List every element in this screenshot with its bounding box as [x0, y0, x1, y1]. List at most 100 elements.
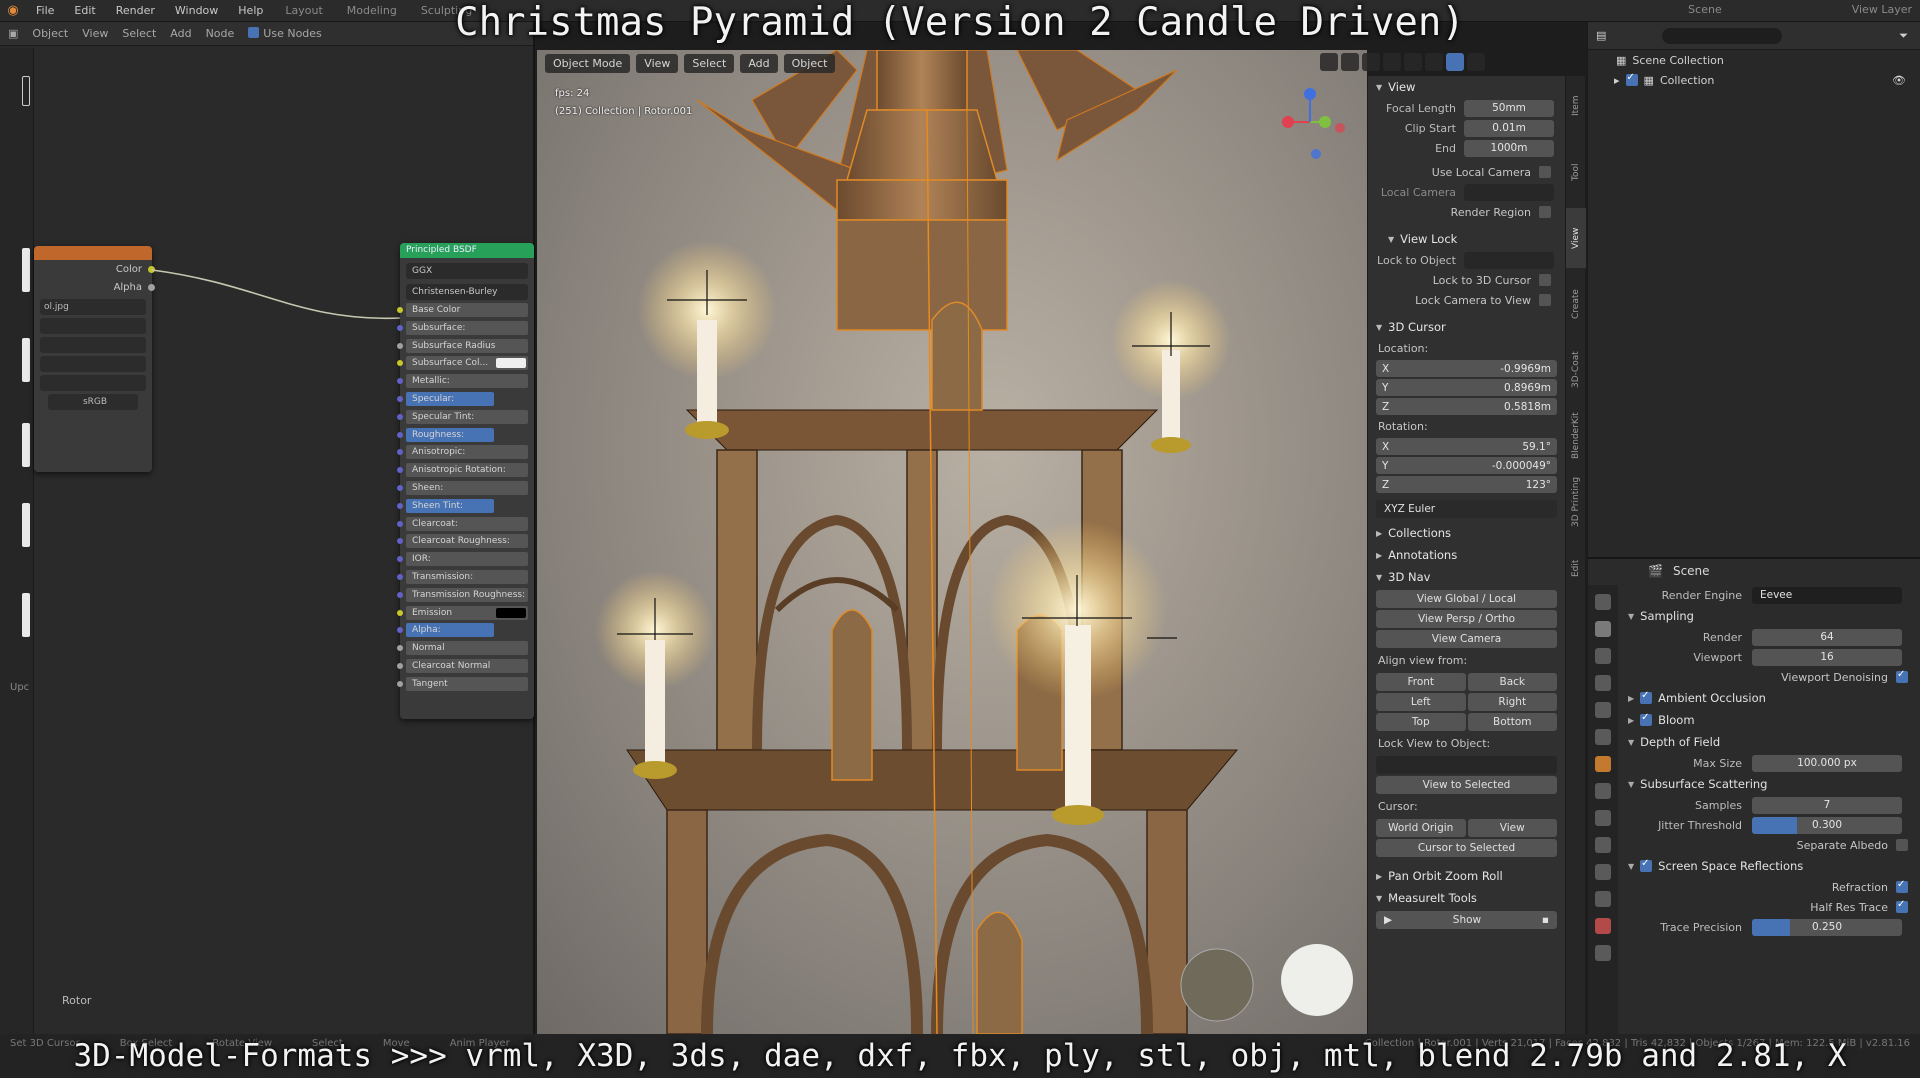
render-engine-dropdown[interactable]: Eevee: [1752, 586, 1902, 604]
align-bottom-button[interactable]: Bottom: [1467, 713, 1557, 731]
rotation-mode-dropdown[interactable]: XYZ Euler: [1376, 500, 1557, 518]
depth-of-field-header[interactable]: ▼ Depth of Field: [1622, 731, 1918, 753]
bsdf-input[interactable]: Sheen Tint:: [397, 498, 494, 513]
bsdf-input[interactable]: Base Color: [397, 303, 528, 317]
socket-icon[interactable]: [397, 342, 403, 349]
subsurface-method-dropdown[interactable]: Christensen-Burley: [406, 284, 528, 300]
socket-icon[interactable]: [397, 591, 403, 598]
sidebar-tab-edit[interactable]: Edit: [1566, 538, 1586, 598]
lock-camera-checkbox[interactable]: [1539, 294, 1551, 306]
bsdf-input[interactable]: Clearcoat:: [397, 516, 528, 531]
clip-end-field[interactable]: 1000m: [1464, 139, 1554, 157]
particles-tab-icon[interactable]: [1595, 810, 1611, 826]
menu-edit[interactable]: Edit: [64, 4, 105, 17]
toolbar-tab[interactable]: [22, 423, 30, 467]
render-tab-icon[interactable]: [1595, 621, 1611, 637]
socket-icon[interactable]: [397, 413, 403, 420]
align-right-button[interactable]: Right: [1467, 693, 1557, 711]
rendered-shading-icon[interactable]: [1467, 53, 1485, 71]
align-top-button[interactable]: Top: [1376, 713, 1466, 731]
outliner-scene-collection[interactable]: ▦ Scene Collection: [1588, 50, 1920, 70]
distribution-dropdown[interactable]: GGX: [406, 263, 528, 279]
xray-icon[interactable]: [1383, 53, 1401, 71]
principled-bsdf-node[interactable]: Principled BSDF GGX Christensen-Burley B…: [397, 243, 534, 719]
ssr-header[interactable]: ▼Screen Space Reflections: [1622, 855, 1918, 877]
sidebar-tab-view[interactable]: View: [1566, 208, 1586, 268]
ne-view-menu[interactable]: View: [82, 27, 108, 40]
shader-node-editor[interactable]: ▣ Object View Select Add Node Use Nodes …: [0, 22, 535, 1048]
socket-icon[interactable]: [397, 307, 403, 313]
socket-icon[interactable]: [397, 378, 403, 385]
navigation-gizmo[interactable]: [1270, 82, 1350, 162]
image-name-field[interactable]: ol.jpg: [40, 299, 146, 315]
view-camera-button[interactable]: View Camera: [1376, 630, 1557, 648]
socket-icon[interactable]: [397, 324, 403, 331]
sidebar-tab-blenderkit[interactable]: BlenderKit: [1566, 406, 1586, 466]
bsdf-input[interactable]: Anisotropic Rotation:: [397, 463, 528, 478]
socket-icon[interactable]: [397, 662, 403, 669]
bsdf-input[interactable]: Transmission Roughness:: [397, 587, 528, 602]
ssr-checkbox[interactable]: [1640, 858, 1653, 872]
panel-view-header[interactable]: ▼ View: [1368, 76, 1565, 98]
socket-icon[interactable]: [397, 520, 403, 527]
socket-icon[interactable]: [397, 360, 403, 367]
clip-start-field[interactable]: 0.01m: [1464, 119, 1554, 137]
world-tab-icon[interactable]: [1595, 729, 1611, 745]
sidebar-tab-3dcoat[interactable]: 3D-Coat: [1566, 340, 1586, 400]
toolbar-tab[interactable]: [22, 503, 30, 547]
overlay-icon[interactable]: [1362, 53, 1380, 71]
interpolation-dropdown[interactable]: [40, 318, 146, 334]
color-swatch[interactable]: [496, 607, 526, 618]
ambient-occlusion-header[interactable]: ▶Ambient Occlusion: [1622, 687, 1918, 709]
sss-samples-field[interactable]: 7: [1752, 796, 1902, 814]
bsdf-input[interactable]: Subsurface Col...: [397, 356, 528, 371]
separate-albedo-checkbox[interactable]: [1896, 839, 1908, 851]
panel-3d-cursor-header[interactable]: ▼ 3D Cursor: [1368, 316, 1565, 338]
render-region-checkbox[interactable]: [1539, 206, 1551, 218]
render-samples-field[interactable]: 64: [1752, 628, 1902, 646]
panel-3d-nav-header[interactable]: ▼ 3D Nav: [1368, 566, 1565, 588]
bsdf-input[interactable]: Alpha:: [397, 623, 494, 638]
menu-window[interactable]: Window: [165, 4, 228, 17]
scene-selector[interactable]: Scene: [1688, 3, 1722, 16]
wireframe-shading-icon[interactable]: [1404, 53, 1422, 71]
socket-icon[interactable]: [397, 627, 403, 634]
vp-add-menu[interactable]: Add: [740, 53, 778, 73]
exclude-checkbox[interactable]: [1625, 72, 1638, 86]
viewport-samples-field[interactable]: 16: [1752, 648, 1902, 666]
eye-icon[interactable]: 👁: [1892, 74, 1906, 87]
socket-icon[interactable]: [397, 645, 403, 652]
sidebar-tab-tool[interactable]: Tool: [1566, 142, 1586, 202]
viewport-denoising-checkbox[interactable]: [1896, 669, 1908, 683]
menu-help[interactable]: Help: [228, 4, 273, 17]
panel-collections-header[interactable]: ▶ Collections: [1368, 522, 1565, 544]
socket-icon[interactable]: [397, 395, 403, 402]
tool-tab-icon[interactable]: [1595, 594, 1611, 610]
view-lock-header[interactable]: ▼ View Lock: [1368, 228, 1565, 250]
data-tab-icon[interactable]: [1595, 891, 1611, 907]
visibility-icon[interactable]: [1320, 53, 1338, 71]
gizmo-icon[interactable]: [1341, 53, 1359, 71]
bsdf-input[interactable]: Sheen:: [397, 480, 528, 495]
socket-icon[interactable]: [397, 573, 403, 580]
trace-precision-slider[interactable]: 0.250: [1752, 918, 1902, 936]
align-left-button[interactable]: Left: [1376, 693, 1466, 711]
sidebar-tab-item[interactable]: Item: [1566, 76, 1586, 136]
ne-add-menu[interactable]: Add: [170, 27, 191, 40]
bsdf-input[interactable]: Specular:: [397, 391, 494, 406]
use-nodes-toggle[interactable]: Use Nodes: [248, 27, 322, 40]
align-front-button[interactable]: Front: [1376, 673, 1466, 691]
menu-file[interactable]: File: [26, 4, 64, 17]
bsdf-input[interactable]: Normal: [397, 641, 528, 656]
object-tab-icon[interactable]: [1595, 756, 1611, 772]
solid-shading-icon[interactable]: [1425, 53, 1443, 71]
socket-icon[interactable]: [397, 484, 403, 491]
color-swatch[interactable]: [496, 358, 526, 369]
workspace-tab-sculpting[interactable]: Sculpting: [409, 4, 484, 17]
align-back-button[interactable]: Back: [1467, 673, 1557, 691]
menu-render[interactable]: Render: [106, 4, 165, 17]
focal-length-field[interactable]: 50mm: [1464, 99, 1554, 117]
constraints-tab-icon[interactable]: [1595, 864, 1611, 880]
outliner-search-input[interactable]: [1662, 27, 1783, 44]
view-to-selected-button[interactable]: View to Selected: [1376, 776, 1557, 794]
